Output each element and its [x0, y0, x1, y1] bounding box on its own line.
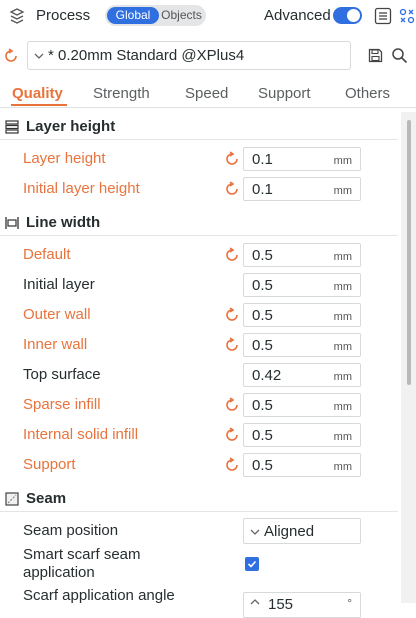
save-icon[interactable]: [368, 48, 383, 63]
field-unit: mm: [333, 341, 352, 353]
scarf-angle-input[interactable]: 155 °: [243, 592, 361, 618]
reset-icon[interactable]: [224, 337, 240, 353]
field-unit: mm: [333, 155, 352, 167]
field-value: 0.42: [252, 367, 282, 384]
smart-scarf-label-line1: Smart scarf seam: [23, 546, 141, 563]
initial-layer-height-input[interactable]: 0.1 mm: [243, 177, 361, 201]
smart-scarf-label-line2: application: [23, 564, 95, 581]
scarf-angle-unit: °: [347, 596, 352, 610]
preset-name: * 0.20mm Standard @XPlus4: [48, 47, 245, 64]
compare-settings-icon[interactable]: [398, 7, 416, 25]
scrollbar-thumb[interactable]: [407, 120, 411, 385]
inner-wall-width-input[interactable]: 0.5 mm: [243, 333, 361, 357]
checkmark-icon: [247, 560, 257, 568]
field-unit: mm: [333, 401, 352, 413]
field-value: 0.5: [252, 457, 273, 474]
seam-position-dropdown[interactable]: Aligned: [243, 518, 361, 544]
section-divider: [0, 511, 398, 512]
field-value: 0.1: [252, 151, 273, 168]
scrollbar-track[interactable]: [401, 112, 416, 603]
inner-wall-width-label: Inner wall: [23, 336, 88, 353]
field-unit: mm: [333, 311, 352, 323]
field-unit: mm: [333, 371, 352, 383]
field-value: 0.5: [252, 307, 273, 324]
top-surface-width-label: Top surface: [23, 366, 101, 383]
chevron-up-icon[interactable]: [250, 598, 260, 606]
scarf-angle-label: Scarf application angle: [23, 587, 175, 604]
sparse-infill-width-input[interactable]: 0.5 mm: [243, 393, 361, 417]
tab-quality-underline: [11, 104, 67, 106]
process-icon: [9, 8, 25, 24]
chevron-down-icon: [250, 529, 260, 535]
seam-icon: [5, 492, 19, 506]
reset-icon[interactable]: [224, 307, 240, 323]
layer-height-icon: [5, 120, 19, 134]
internal-solid-infill-width-label: Internal solid infill: [23, 426, 139, 443]
initial-layer-width-label: Initial layer: [23, 276, 95, 293]
field-unit: mm: [333, 461, 352, 473]
initial-layer-height-label: Initial layer height: [23, 180, 140, 197]
preset-reset-icon[interactable]: [3, 48, 19, 64]
toggle-objects-button[interactable]: Objects: [157, 7, 206, 24]
reset-icon[interactable]: [224, 397, 240, 413]
advanced-switch[interactable]: [333, 7, 362, 24]
field-value: 0.5: [252, 337, 273, 354]
section-title-seam: Seam: [26, 490, 67, 507]
line-width-icon: [5, 217, 19, 229]
advanced-label: Advanced: [264, 7, 331, 24]
field-unit: mm: [333, 185, 352, 197]
section-divider: [0, 235, 398, 236]
sparse-infill-width-label: Sparse infill: [23, 396, 101, 413]
default-width-input[interactable]: 0.5 mm: [243, 243, 361, 267]
field-unit: mm: [333, 251, 352, 263]
section-title-layer-height: Layer height: [26, 118, 116, 135]
reset-icon[interactable]: [224, 181, 240, 197]
support-width-label: Support: [23, 456, 76, 473]
smart-scarf-checkbox[interactable]: [245, 557, 259, 571]
layer-height-input[interactable]: 0.1 mm: [243, 147, 361, 171]
tab-quality[interactable]: Quality: [12, 85, 63, 102]
outer-wall-width-label: Outer wall: [23, 306, 91, 323]
search-icon[interactable]: [391, 47, 408, 64]
seam-position-label: Seam position: [23, 522, 119, 539]
section-divider: [0, 139, 398, 140]
layer-height-label: Layer height: [23, 150, 106, 167]
field-value: 0.5: [252, 247, 273, 264]
global-objects-toggle[interactable]: Global Objects: [105, 5, 206, 26]
tab-support[interactable]: Support: [258, 85, 311, 102]
tabs-divider: [0, 107, 416, 108]
section-title-line-width: Line width: [26, 214, 101, 231]
reset-icon[interactable]: [224, 457, 240, 473]
tab-strength[interactable]: Strength: [93, 85, 150, 102]
support-width-input[interactable]: 0.5 mm: [243, 453, 361, 477]
top-surface-width-input[interactable]: 0.42 mm: [243, 363, 361, 387]
outer-wall-width-input[interactable]: 0.5 mm: [243, 303, 361, 327]
field-value: 0.5: [252, 397, 273, 414]
field-unit: mm: [333, 281, 352, 293]
field-unit: mm: [333, 431, 352, 443]
reset-icon[interactable]: [224, 427, 240, 443]
list-view-icon[interactable]: [374, 7, 392, 25]
internal-solid-infill-width-input[interactable]: 0.5 mm: [243, 423, 361, 447]
chevron-down-icon: [34, 53, 44, 59]
default-width-label: Default: [23, 246, 71, 263]
initial-layer-width-input[interactable]: 0.5 mm: [243, 273, 361, 297]
preset-dropdown[interactable]: * 0.20mm Standard @XPlus4: [27, 41, 351, 70]
seam-position-value: Aligned: [264, 523, 315, 540]
panel-title: Process: [36, 7, 91, 24]
scarf-angle-value: 155: [268, 596, 294, 613]
toggle-global-button[interactable]: Global: [107, 7, 159, 24]
field-value: 0.1: [252, 181, 273, 198]
reset-icon[interactable]: [224, 247, 240, 263]
tab-speed[interactable]: Speed: [185, 85, 228, 102]
reset-icon[interactable]: [224, 151, 240, 167]
field-value: 0.5: [252, 427, 273, 444]
field-value: 0.5: [252, 277, 273, 294]
tab-others[interactable]: Others: [345, 85, 390, 102]
